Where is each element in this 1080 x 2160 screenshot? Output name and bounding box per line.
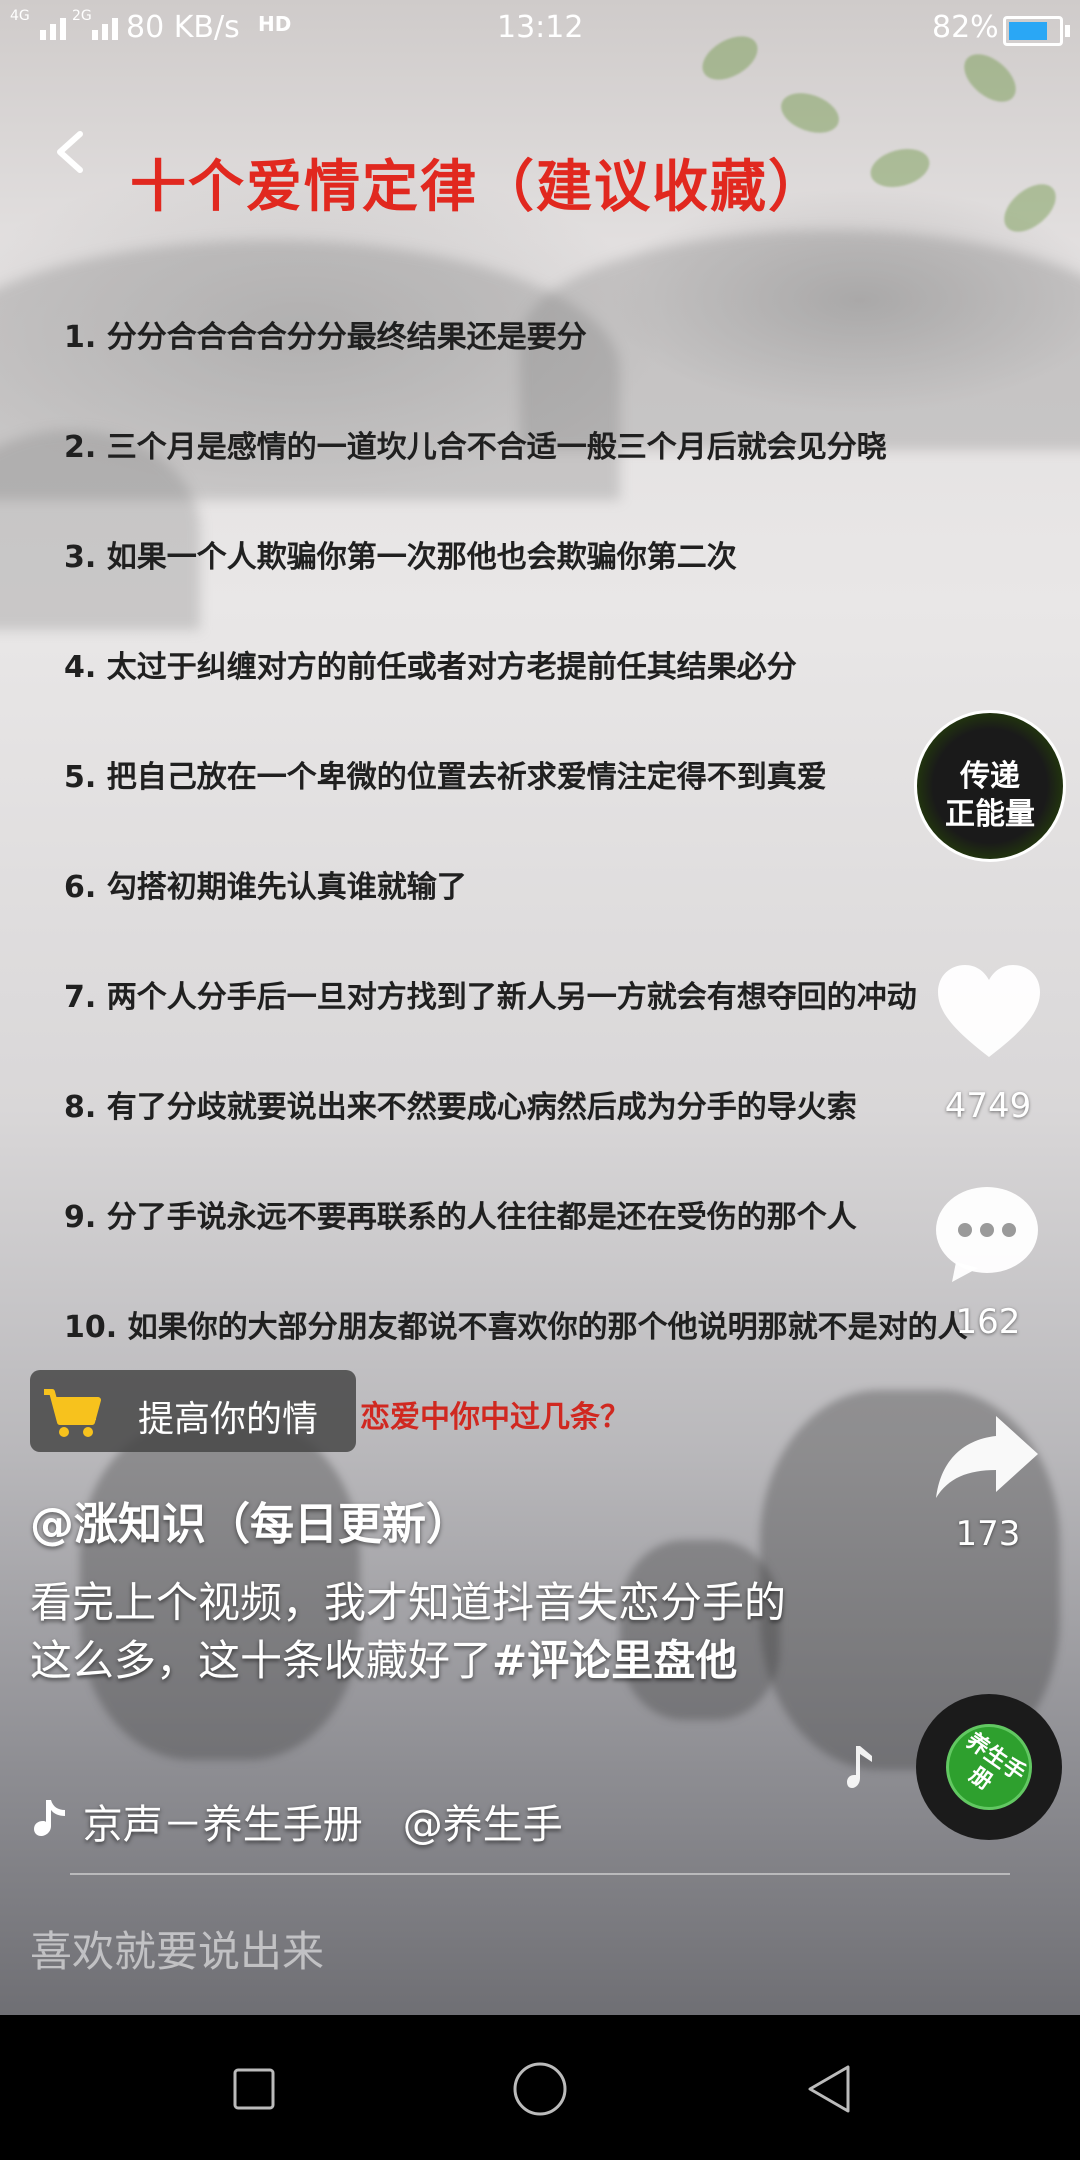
video-title: 十个爱情定律（建议收藏） (130, 155, 826, 220)
leaf-decoration (866, 142, 934, 194)
comment-count: 162 (955, 1302, 1021, 1342)
shopping-card[interactable]: 提高你的情 (30, 1370, 356, 1452)
hashtag-link[interactable]: #评论里盘他 (492, 1636, 737, 1685)
rule-item: 6. 勾搭初期谁先认真谁就输了 (64, 870, 467, 905)
battery-tip (1065, 25, 1070, 37)
signal-bar (40, 30, 46, 40)
back-icon[interactable] (50, 130, 94, 174)
share-icon[interactable] (934, 1412, 1040, 1500)
rule-item: 3. 如果一个人欺骗你第一次那他也会欺骗你第二次 (64, 540, 737, 575)
system-navigation-bar (0, 2015, 1080, 2160)
comment-input[interactable]: 喜欢就要说出来 (30, 1918, 324, 1979)
shopping-cart-icon (44, 1389, 101, 1437)
status-bar: 4G 2G 80 KB/s HD 13:12 82% (0, 0, 1080, 56)
battery-icon (1003, 16, 1070, 46)
leaf-decoration (995, 174, 1065, 242)
rule-item: 10. 如果你的大部分朋友都说不喜欢你的那个他说明那就不是对的人 (64, 1310, 968, 1345)
signal-bar (112, 18, 118, 40)
music-info[interactable]: 京声－养生手册 @养生手 (30, 1792, 563, 1850)
disc-cover: 养生手册 (929, 1707, 1049, 1827)
network-speed: 80 KB/s (126, 10, 240, 45)
video-player[interactable]: 4G 2G 80 KB/s HD 13:12 82% 十个爱情定律（建议收藏） … (0, 0, 1080, 2015)
network-2g-label: 2G (72, 8, 92, 24)
divider (70, 1873, 1010, 1875)
music-note-icon (847, 1746, 872, 1788)
leaf-decoration (775, 85, 845, 141)
signal-bar (50, 24, 56, 40)
rule-item: 1. 分分合合合合分分最终结果还是要分 (64, 320, 587, 355)
like-count: 4749 (944, 1086, 1032, 1126)
share-count: 173 (955, 1514, 1021, 1554)
signal-bar (92, 30, 98, 40)
shopping-card-label: 提高你的情 (138, 1399, 319, 1440)
video-question: 恋爱中你中过几条？ (360, 1400, 630, 1435)
recent-apps-icon[interactable] (232, 2067, 276, 2111)
comment-icon[interactable] (934, 1184, 1040, 1284)
network-4g-label: 4G (10, 8, 30, 24)
mountain-decoration (520, 230, 1080, 450)
signal-bar (102, 24, 108, 40)
hd-call-icon: HD (258, 12, 292, 36)
badge-line-2: 正能量 (945, 797, 1035, 832)
rule-item: 2. 三个月是感情的一道坎儿合不合适一般三个月后就会见分晓 (64, 430, 887, 465)
rule-item: 4. 太过于纠缠对方的前任或者对方老提前任其结果必分 (64, 650, 797, 685)
music-disc[interactable]: 养生手册 (916, 1694, 1062, 1840)
author-name[interactable]: @涨知识（每日更新） (30, 1488, 470, 1552)
signal-bar (60, 18, 66, 40)
music-title: 京声－养生手册 @养生手 (82, 1802, 563, 1848)
rule-item: 7. 两个人分手后一旦对方找到了新人另一方就会有想夺回的冲动 (64, 980, 917, 1015)
rule-item: 9. 分了手说永远不要再联系的人往往都是还在受伤的那个人 (64, 1200, 857, 1235)
positive-energy-badge[interactable]: 传递 正能量 (914, 710, 1066, 862)
battery-fill (1009, 22, 1047, 40)
back-nav-icon[interactable] (804, 2063, 854, 2115)
tiktok-note-icon (34, 1800, 65, 1836)
video-description: 看完上个视频，我才知道抖音失恋分手的这么多，这十条收藏好了#评论里盘他 (30, 1574, 810, 1690)
clock: 13:12 (497, 10, 584, 45)
heart-icon[interactable] (934, 962, 1044, 1062)
battery-percent: 82% (932, 10, 999, 45)
home-icon[interactable] (512, 2061, 568, 2117)
rule-item: 5. 把自己放在一个卑微的位置去祈求爱情注定得不到真爱 (64, 760, 827, 795)
rule-item: 8. 有了分歧就要说出来不然要成心病然后成为分手的导火索 (64, 1090, 857, 1125)
